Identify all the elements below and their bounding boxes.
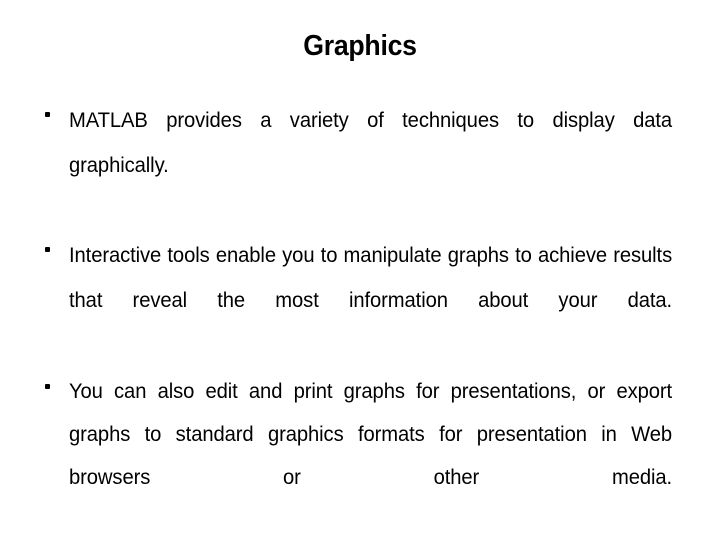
bullet-text-1: MATLAB provides a variety of techniques … [69, 108, 673, 177]
list-item: MATLAB provides a variety of techniques … [42, 98, 672, 233]
bullet-text-3: You can also edit and print graphs for p… [69, 379, 673, 489]
square-bullet-icon [45, 384, 50, 389]
square-bullet-icon [45, 247, 50, 252]
square-bullet-icon [45, 112, 50, 117]
list-item: Interactive tools enable you to manipula… [42, 233, 672, 368]
bullet-text-2: Interactive tools enable you to manipula… [69, 243, 673, 312]
page-title: Graphics [303, 30, 417, 62]
slide-body: MATLAB provides a variety of techniques … [42, 98, 672, 542]
slide-canvas: Graphics MATLAB provides a variety of te… [0, 0, 720, 540]
list-item: You can also edit and print graphs for p… [42, 370, 672, 542]
